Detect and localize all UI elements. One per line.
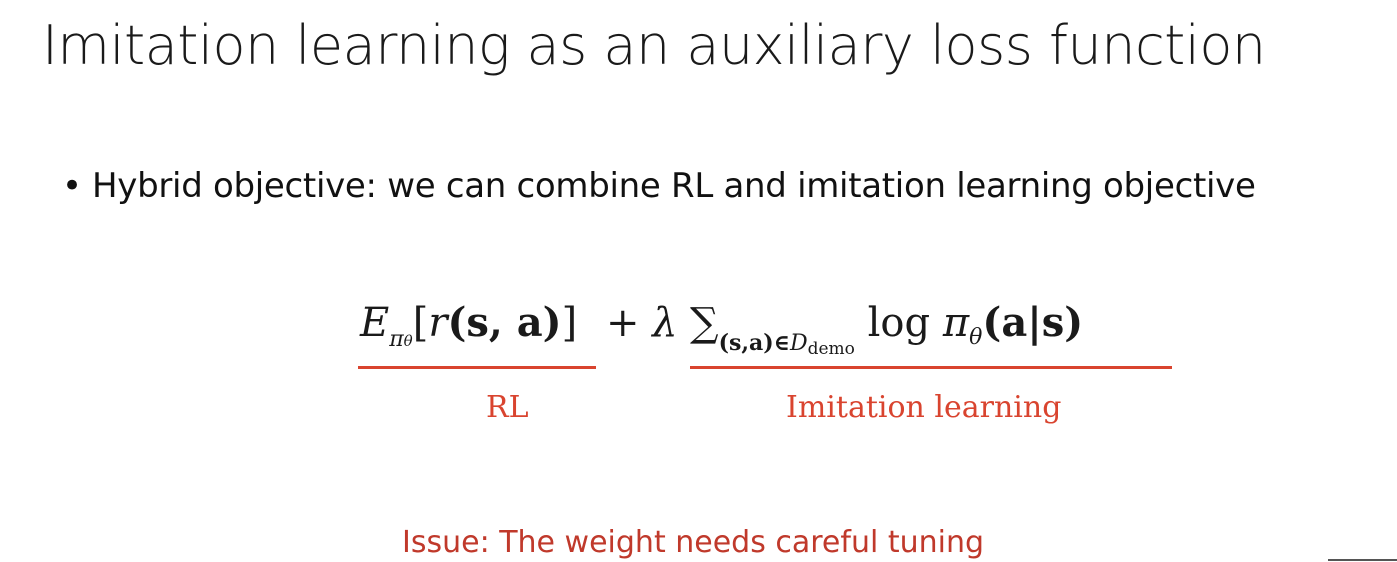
corner-divider — [1328, 559, 1397, 561]
reward-args: (s, a) — [447, 299, 562, 346]
issue-note: Issue: The weight needs careful tuning — [402, 525, 985, 560]
imitation-label: Imitation learning — [786, 390, 1062, 425]
demo-subscript: demo — [807, 339, 855, 359]
slide: Imitation learning as an auxiliary loss … — [0, 0, 1397, 562]
bracket-close: ] — [561, 300, 578, 346]
plus-sign: + — [606, 300, 640, 346]
policy-args: (a|s) — [982, 299, 1084, 346]
rl-label: RL — [486, 390, 529, 425]
bullet-text: Hybrid objective: we can combine RL and … — [92, 166, 1256, 206]
slide-title: Imitation learning as an auxiliary loss … — [42, 14, 1266, 77]
rl-underline — [358, 366, 596, 369]
policy-theta-subscript: θ — [969, 325, 983, 350]
sum-symbol: ∑ — [690, 300, 719, 346]
expectation-symbol: E — [360, 300, 390, 346]
sum-subscript: (s,a)∈ — [718, 330, 790, 356]
lambda-weight: λ — [652, 300, 678, 346]
expectation-theta-subscript: θ — [403, 332, 413, 350]
equation-plus-lambda: + λ — [606, 298, 678, 348]
log-operator: log — [867, 300, 931, 346]
bracket-open: [ — [412, 300, 429, 346]
imitation-underline — [690, 366, 1172, 369]
reward-symbol: r — [428, 300, 448, 346]
expectation-policy-subscript: π — [389, 327, 404, 352]
bullet-item: • Hybrid objective: we can combine RL and… — [62, 163, 1382, 209]
equation-imitation-term: ∑(s,a)∈Ddemo log πθ(a|s) — [690, 298, 1084, 359]
demo-dataset-symbol: D — [789, 331, 808, 356]
bullet-symbol: • — [62, 166, 82, 206]
equation-rl-term: Eπθ[r(s, a)] — [360, 298, 577, 356]
policy-symbol: π — [942, 300, 970, 346]
